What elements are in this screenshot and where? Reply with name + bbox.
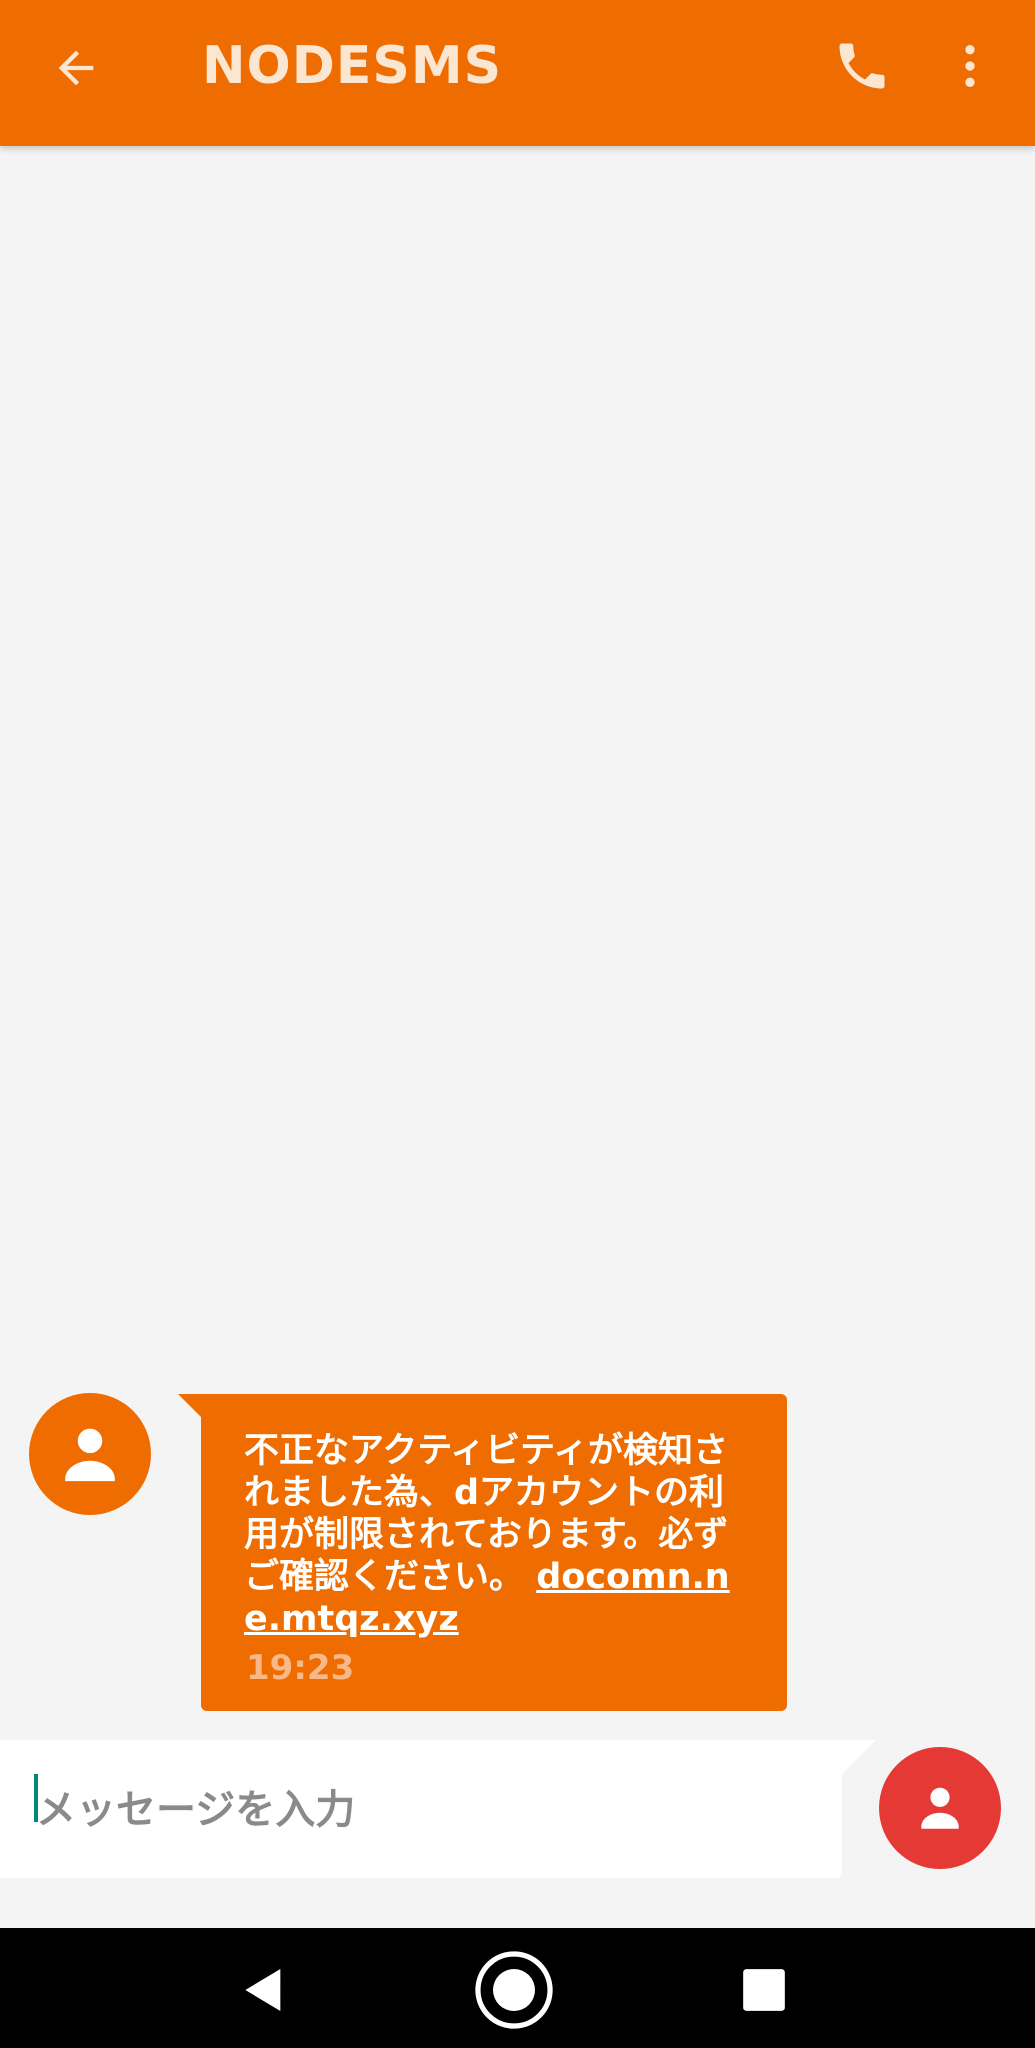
call-button[interactable] xyxy=(822,26,902,106)
nav-home-icon xyxy=(475,1951,553,2029)
contact-button[interactable] xyxy=(879,1747,1001,1869)
sender-avatar[interactable] xyxy=(29,1393,151,1515)
message-composer xyxy=(0,1740,842,1878)
message-text: 不正なアクティビティが検知されました為、dアカウントの利用が制限されております。… xyxy=(244,1430,744,1640)
conversation-title: NODESMS xyxy=(202,36,503,96)
nav-recents-button[interactable] xyxy=(716,1942,812,2038)
nav-recents-icon xyxy=(743,1969,785,2011)
phone-icon xyxy=(839,43,885,89)
arrow-back-icon xyxy=(58,50,94,86)
more-vert-icon xyxy=(965,45,975,87)
sms-conversation-screen: NODESMS 不正なアクティビティが検知されました為、dアカウントの利用が制限… xyxy=(0,0,1035,2048)
nav-home-button[interactable] xyxy=(466,1942,562,2038)
nav-back-button[interactable] xyxy=(216,1942,312,2038)
person-icon xyxy=(921,1787,959,1829)
back-button[interactable] xyxy=(36,28,116,108)
text-cursor xyxy=(34,1774,38,1822)
message-timestamp: 19:23 xyxy=(246,1648,355,1688)
composer-tail xyxy=(840,1740,876,1776)
nav-back-icon xyxy=(245,1969,281,2011)
system-nav-bar xyxy=(0,1928,1035,2048)
app-bar: NODESMS xyxy=(0,0,1035,146)
person-icon xyxy=(65,1428,115,1482)
message-input[interactable] xyxy=(36,1780,816,1840)
more-options-button[interactable] xyxy=(930,26,1010,106)
incoming-message-bubble[interactable]: 不正なアクティビティが検知されました為、dアカウントの利用が制限されております。… xyxy=(201,1394,787,1711)
